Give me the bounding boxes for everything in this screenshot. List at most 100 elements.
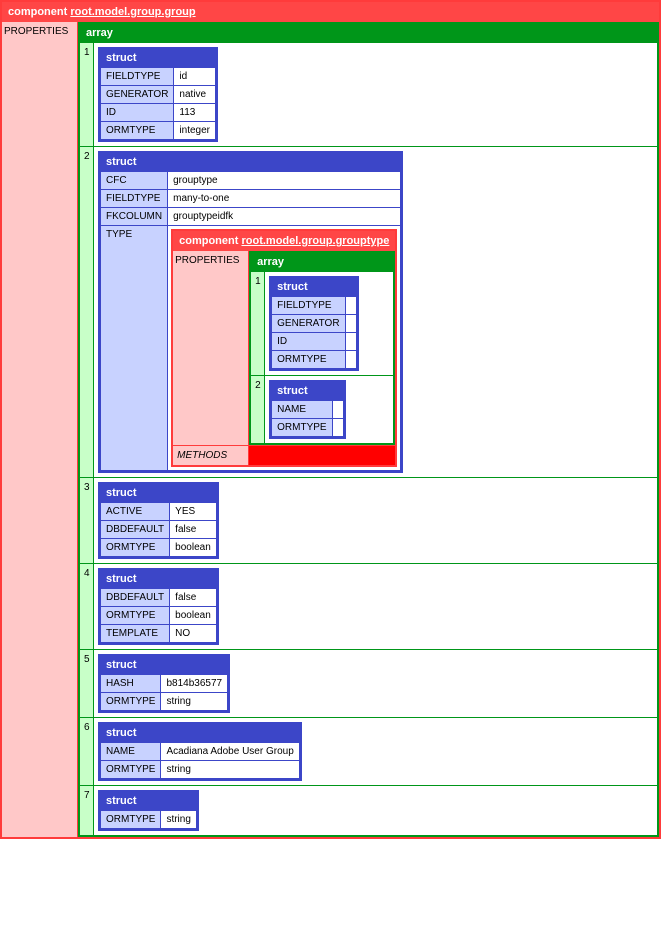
methods-body <box>249 445 395 465</box>
array-index: 2 <box>80 147 94 477</box>
component-dump: component root.model.group.group PROPERT… <box>0 0 661 839</box>
struct-key: GENERATOR <box>101 86 174 104</box>
struct: struct DBDEFAULTfalse ORMTYPEboolean TEM… <box>98 568 219 645</box>
array-index: 1 <box>80 43 94 146</box>
struct-key: GENERATOR <box>272 315 345 333</box>
array-row: 6 struct NAMEAcadiana Adobe User Group O… <box>80 717 657 785</box>
struct-value: 113 <box>174 104 216 122</box>
array-index: 5 <box>80 650 94 717</box>
struct-value: Acadiana Adobe User Group <box>161 743 299 761</box>
struct-key: FIELDTYPE <box>101 68 174 86</box>
component-link[interactable]: root.model.group.grouptype <box>241 235 389 247</box>
struct-value: b814b36577 <box>161 675 228 693</box>
struct-key: HASH <box>101 675 161 693</box>
struct-key: NAME <box>272 401 332 419</box>
array-row: 3 struct ACTIVEYES DBDEFAULTfalse ORMTYP… <box>80 477 657 563</box>
struct-key: DBDEFAULT <box>101 589 170 607</box>
array-row: 4 struct DBDEFAULTfalse ORMTYPEboolean T… <box>80 563 657 649</box>
struct-key: ORMTYPE <box>272 419 332 437</box>
struct-key: FIELDTYPE <box>101 190 168 208</box>
struct-value: string <box>161 811 196 829</box>
component-header: component root.model.group.grouptype <box>173 231 395 251</box>
array-index: 1 <box>251 272 265 375</box>
struct-value <box>345 351 356 369</box>
struct-key: NAME <box>101 743 161 761</box>
array-index: 4 <box>80 564 94 649</box>
array-index: 3 <box>80 478 94 563</box>
component-link[interactable]: root.model.group.group <box>70 6 195 18</box>
methods-label: METHODS <box>173 445 249 465</box>
component-label: component <box>8 6 67 18</box>
struct-value <box>332 401 343 419</box>
struct-value: native <box>174 86 216 104</box>
array-header: array <box>80 24 657 42</box>
struct-key: ORMTYPE <box>101 607 170 625</box>
struct-key: ORMTYPE <box>272 351 345 369</box>
struct-key: ACTIVE <box>101 503 170 521</box>
array-row: 1 struct FIELDTYPE <box>251 271 393 375</box>
struct-header: struct <box>100 570 217 588</box>
struct: struct NAMEAcadiana Adobe User Group ORM… <box>98 722 302 781</box>
array-row: 1 struct FIELDTYPEid GENERATORnative ID1… <box>80 42 657 146</box>
array-index: 6 <box>80 718 94 785</box>
struct-value <box>345 315 356 333</box>
struct-key: ID <box>101 104 174 122</box>
struct: struct HASHb814b36577 ORMTYPEstring <box>98 654 230 713</box>
struct-value: YES <box>170 503 217 521</box>
array-row: 5 struct HASHb814b36577 ORMTYPEstring <box>80 649 657 717</box>
struct: struct CFCgrouptype FIELDTYPEmany-to-one… <box>98 151 403 473</box>
array-index: 2 <box>251 376 265 443</box>
struct-value: boolean <box>170 607 217 625</box>
struct-key: ORMTYPE <box>101 122 174 140</box>
struct: struct FIELDTYPE GENERATOR ID <box>269 276 358 371</box>
struct-value: id <box>174 68 216 86</box>
struct-value: string <box>161 761 299 779</box>
struct-header: struct <box>100 153 401 171</box>
struct-value <box>345 333 356 351</box>
struct-value: boolean <box>170 539 217 557</box>
struct-header: struct <box>100 484 217 502</box>
component-label: component <box>179 235 238 247</box>
struct-key: TYPE <box>101 226 168 471</box>
struct-value: string <box>161 693 228 711</box>
struct-header: struct <box>271 278 356 296</box>
struct-key: FIELDTYPE <box>272 297 345 315</box>
struct: struct ACTIVEYES DBDEFAULTfalse ORMTYPEb… <box>98 482 219 559</box>
struct-key: CFC <box>101 172 168 190</box>
struct: struct ORMTYPEstring <box>98 790 199 831</box>
struct-value: integer <box>174 122 216 140</box>
struct: struct FIELDTYPEid GENERATORnative ID113… <box>98 47 218 142</box>
struct-key: TEMPLATE <box>101 625 170 643</box>
struct-key: ORMTYPE <box>101 693 161 711</box>
struct-key: ID <box>272 333 345 351</box>
struct-key: ORMTYPE <box>101 811 161 829</box>
properties-array: array 1 struct FIELDTYPEid GENERATORnati… <box>78 22 659 837</box>
struct-key: ORMTYPE <box>101 539 170 557</box>
struct-value: false <box>170 521 217 539</box>
properties-array: array 1 struct <box>249 251 395 445</box>
struct-header: struct <box>100 724 300 742</box>
struct: struct NAME ORMTYPE <box>269 380 345 439</box>
struct-value: false <box>170 589 217 607</box>
array-row: 7 struct ORMTYPEstring <box>80 785 657 835</box>
struct-key: FKCOLUMN <box>101 208 168 226</box>
struct-header: struct <box>100 49 216 67</box>
properties-label: PROPERTIES <box>173 251 249 445</box>
array-row: 2 struct NAME <box>251 375 393 443</box>
struct-value: grouptype <box>168 172 401 190</box>
component-header: component root.model.group.group <box>2 2 659 22</box>
array-header: array <box>251 253 393 271</box>
struct-key: DBDEFAULT <box>101 521 170 539</box>
struct-header: struct <box>100 792 197 810</box>
struct-header: struct <box>271 382 343 400</box>
struct-value: many-to-one <box>168 190 401 208</box>
array-index: 7 <box>80 786 94 835</box>
array-row: 2 struct CFCgrouptype FIELDTYPEmany-to-o… <box>80 146 657 477</box>
struct-key: ORMTYPE <box>101 761 161 779</box>
struct-value <box>332 419 343 437</box>
nested-component: component root.model.group.grouptype PRO… <box>171 229 397 467</box>
struct-header: struct <box>100 656 228 674</box>
struct-value <box>345 297 356 315</box>
properties-label: PROPERTIES <box>2 22 78 837</box>
struct-value: NO <box>170 625 217 643</box>
